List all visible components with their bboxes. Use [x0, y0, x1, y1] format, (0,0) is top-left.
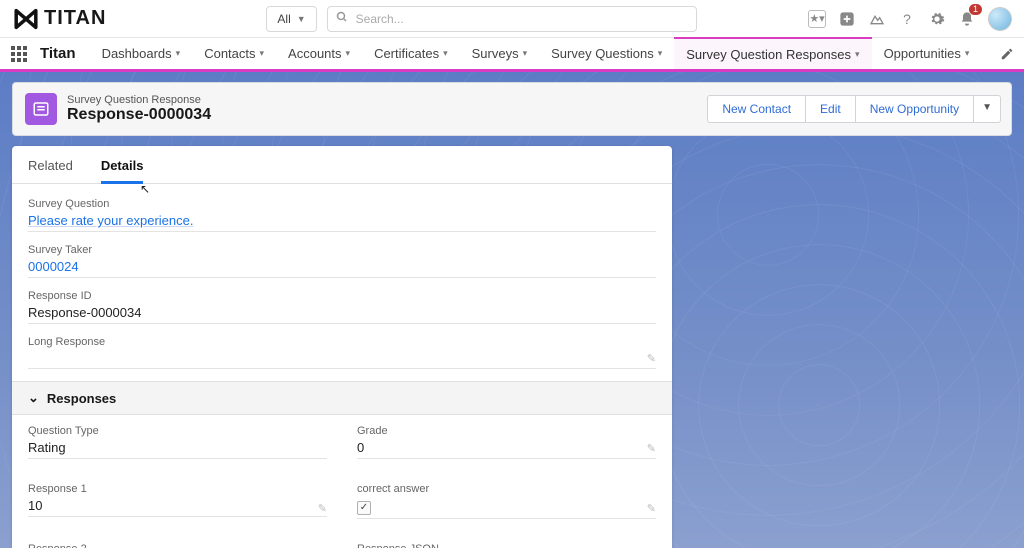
chevron-down-icon[interactable]: ▾ — [523, 48, 528, 59]
edit-button[interactable]: Edit — [806, 95, 856, 123]
brand-name: TITAN — [44, 7, 106, 30]
field-label: Response 2 — [28, 543, 327, 548]
brand-bar: TITAN All ▼ ★▾ ? 1 — [0, 0, 1024, 38]
field-correct-answer: correct answer ✓ ✎ — [357, 483, 656, 519]
field-response-id: Response ID Response-0000034 — [28, 290, 656, 324]
edit-field-icon[interactable]: ✎ — [318, 502, 327, 515]
global-search[interactable] — [327, 6, 697, 32]
notifications-button[interactable]: 1 — [958, 10, 976, 28]
chevron-down-icon: ⌄ — [28, 390, 39, 406]
new-opportunity-button[interactable]: New Opportunity — [856, 95, 974, 123]
chevron-down-icon[interactable]: ▾ — [855, 49, 860, 60]
field-value: Rating — [28, 440, 327, 459]
field-survey-taker: Survey Taker 0000024 — [28, 244, 656, 278]
record-title: Response-0000034 — [67, 106, 211, 124]
field-survey-question: Survey Question Please rate your experie… — [28, 198, 656, 232]
field-value — [28, 351, 656, 369]
field-value: 0 — [357, 440, 656, 459]
search-input[interactable] — [356, 12, 688, 26]
utility-bar: ★▾ ? 1 — [808, 7, 1012, 31]
field-label: Response ID — [28, 290, 656, 302]
field-value: ✓ — [357, 498, 656, 519]
details-body: Survey Question Please rate your experie… — [12, 184, 672, 548]
record-page-header: Survey Question Response Response-000003… — [12, 82, 1012, 136]
nav-accounts[interactable]: Accounts▾ — [276, 38, 362, 69]
header-actions: New Contact Edit New Opportunity ▼ — [707, 95, 1001, 123]
chevron-down-icon[interactable]: ▾ — [260, 48, 265, 59]
new-contact-button[interactable]: New Contact — [707, 95, 806, 123]
field-label: correct answer — [357, 483, 656, 495]
header-text: Survey Question Response Response-000003… — [67, 94, 211, 124]
edit-nav-icon[interactable] — [990, 38, 1024, 69]
nav-dashboards[interactable]: Dashboards▾ — [90, 38, 193, 69]
field-label: Question Type — [28, 425, 327, 437]
chevron-down-icon[interactable]: ▾ — [443, 48, 448, 59]
field-value-link[interactable]: Please rate your experience. — [28, 213, 656, 232]
app-launcher-icon[interactable] — [0, 38, 38, 69]
nav-certificates[interactable]: Certificates▾ — [362, 38, 460, 69]
chevron-down-icon[interactable]: ▾ — [346, 48, 351, 59]
nav-tabs: Dashboards▾ Contacts▾ Accounts▾ Certific… — [90, 38, 982, 69]
chevron-down-icon: ▼ — [297, 14, 306, 24]
tab-related[interactable]: Related — [28, 158, 73, 183]
nav-opportunities[interactable]: Opportunities▾ — [872, 38, 982, 69]
search-scope-label: All — [277, 12, 290, 26]
field-question-type: Question Type Rating — [28, 425, 327, 459]
record-object-type: Survey Question Response — [67, 94, 211, 106]
field-label: Survey Question — [28, 198, 656, 210]
workspace: Survey Question Response Response-000003… — [0, 72, 1024, 548]
field-label: Response JSON — [357, 543, 656, 548]
favorites-button[interactable]: ★▾ — [808, 10, 826, 28]
responses-grid: Question Type Rating Grade 0 ✎ Response … — [28, 425, 656, 548]
nav-contacts[interactable]: Contacts▾ — [192, 38, 276, 69]
brand-logo: TITAN — [12, 7, 106, 30]
titan-logo-icon — [12, 8, 40, 30]
chevron-down-icon[interactable]: ▾ — [965, 48, 970, 59]
field-label: Grade — [357, 425, 656, 437]
add-button[interactable] — [838, 10, 856, 28]
search-icon — [336, 11, 348, 26]
edit-field-icon[interactable]: ✎ — [647, 352, 656, 365]
field-value: Response-0000034 — [28, 305, 656, 324]
nav-survey-questions[interactable]: Survey Questions▾ — [539, 38, 674, 69]
field-response-2: Response 2 ✎ — [28, 543, 327, 548]
help-icon[interactable]: ? — [898, 10, 916, 28]
edit-field-icon[interactable]: ✎ — [647, 442, 656, 455]
nav-surveys[interactable]: Surveys▾ — [460, 38, 540, 69]
field-grade: Grade 0 ✎ — [357, 425, 656, 459]
field-response-json: Response JSON {"value":"10"} ✎ — [357, 543, 656, 548]
notification-badge: 1 — [969, 4, 982, 15]
section-title: Responses — [47, 391, 116, 406]
field-value: 10 — [28, 498, 327, 517]
trailhead-icon[interactable] — [868, 10, 886, 28]
section-responses[interactable]: ⌄ Responses — [12, 381, 672, 415]
field-long-response: Long Response ✎ — [28, 336, 656, 369]
record-tabs: Related Details ↖ — [12, 146, 672, 184]
field-response-1: Response 1 10 ✎ — [28, 483, 327, 519]
setup-gear-icon[interactable] — [928, 10, 946, 28]
chevron-down-icon[interactable]: ▾ — [176, 48, 181, 59]
edit-field-icon[interactable]: ✎ — [647, 502, 656, 515]
app-name: Titan — [38, 38, 90, 69]
field-label: Long Response — [28, 336, 656, 348]
field-value-link[interactable]: 0000024 — [28, 259, 656, 278]
chevron-down-icon[interactable]: ▾ — [658, 48, 663, 59]
record-type-icon — [25, 93, 57, 125]
checkbox-checked-icon[interactable]: ✓ — [357, 501, 371, 515]
field-label: Response 1 — [28, 483, 327, 495]
field-label: Survey Taker — [28, 244, 656, 256]
app-nav: Titan Dashboards▾ Contacts▾ Accounts▾ Ce… — [0, 38, 1024, 72]
more-actions-menu[interactable]: ▼ — [974, 95, 1001, 123]
record-detail-card: Related Details ↖ Survey Question Please… — [12, 146, 672, 548]
user-avatar[interactable] — [988, 7, 1012, 31]
search-scope-select[interactable]: All ▼ — [266, 6, 316, 32]
nav-survey-question-responses[interactable]: Survey Question Responses▾ — [674, 37, 871, 69]
tab-details[interactable]: Details — [101, 158, 144, 184]
